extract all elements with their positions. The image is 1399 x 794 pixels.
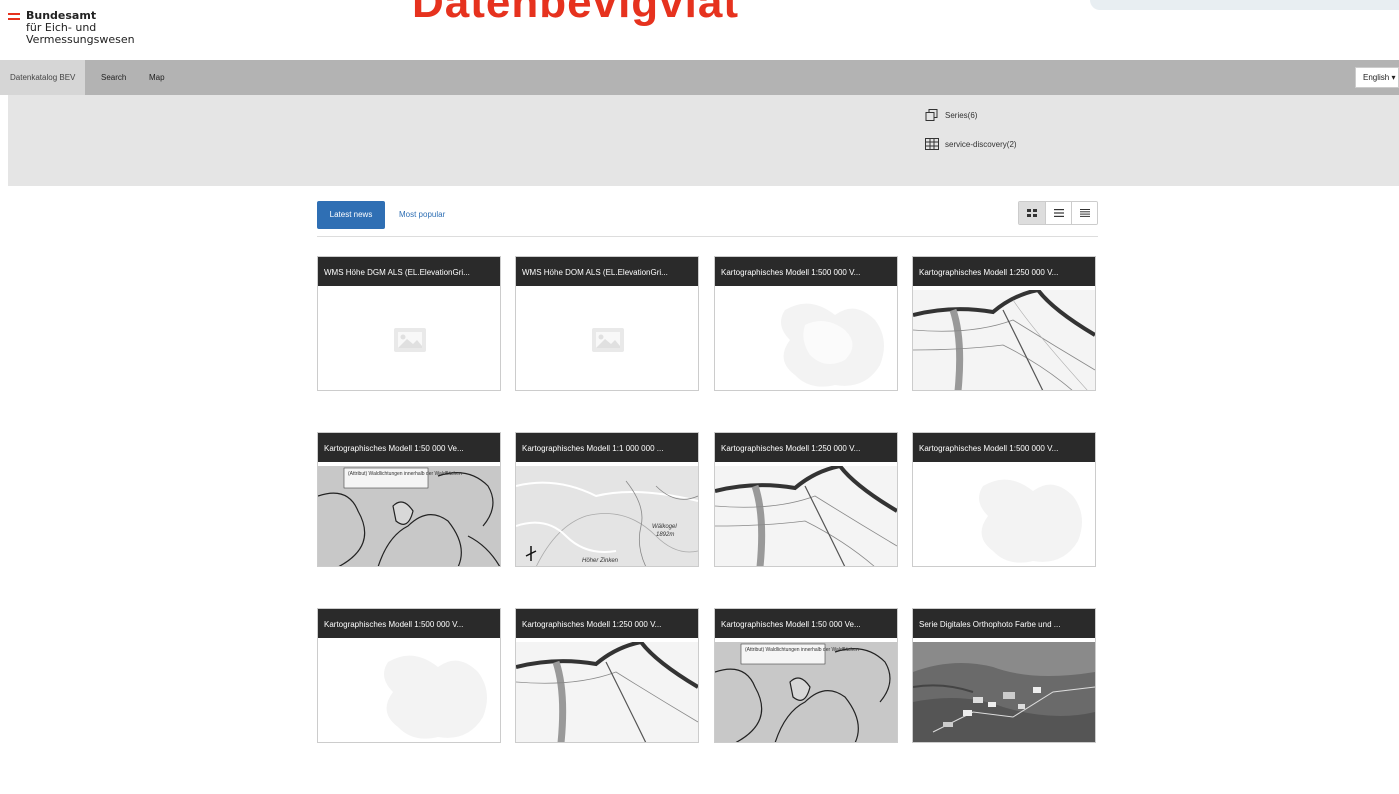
- map-thumbnail: Wälkogel 1892m Höher Zinken: [516, 466, 698, 566]
- card-title: Kartographisches Modell 1:1 000 000 ...: [516, 433, 698, 464]
- card-title: Kartographisches Modell 1:50 000 Ve...: [715, 609, 897, 640]
- dataset-card[interactable]: Kartographisches Modell 1:50 000 Ve... (…: [317, 432, 501, 567]
- card-title: Serie Digitales Orthophoto Farbe und ...: [913, 609, 1095, 640]
- topic-service-discovery-label: service-discovery(2): [945, 139, 1017, 149]
- placeholder-image-icon: [318, 290, 500, 390]
- card-title: Kartographisches Modell 1:500 000 V...: [715, 257, 897, 288]
- map-label: Höher Zinken: [582, 558, 619, 564]
- nav-item-datenkatalog[interactable]: Datenkatalog BEV: [0, 60, 86, 95]
- orthophoto-thumbnail: [913, 642, 1095, 742]
- map-thumbnail: [516, 642, 698, 742]
- topics-band: [8, 95, 1399, 186]
- tab-most-popular[interactable]: Most popular: [399, 201, 445, 229]
- dataset-card[interactable]: Kartographisches Modell 1:1 000 000 ... …: [515, 432, 699, 567]
- dataset-card[interactable]: Serie Digitales Orthophoto Farbe und ...: [912, 608, 1096, 743]
- language-selector[interactable]: English ▾: [1355, 67, 1399, 88]
- map-annotation: (Attribut) Waldlichtungen innerhalb der …: [745, 647, 859, 653]
- svg-text:Wälkogel: Wälkogel: [652, 524, 677, 530]
- map-thumbnail: [913, 290, 1095, 390]
- card-title: Kartographisches Modell 1:250 000 V...: [516, 609, 698, 640]
- table-icon: [925, 138, 939, 150]
- dataset-card[interactable]: Kartographisches Modell 1:250 000 V...: [515, 608, 699, 743]
- tab-latest-news[interactable]: Latest news: [317, 201, 385, 229]
- logo-line-3: Vermessungswesen: [26, 33, 135, 46]
- map-thumbnail: [318, 642, 500, 742]
- map-thumbnail: [715, 290, 897, 390]
- dataset-card[interactable]: Kartographisches Modell 1:50 000 Ve... (…: [714, 608, 898, 743]
- copy-icon: [925, 109, 938, 121]
- dataset-card[interactable]: Kartographisches Modell 1:500 000 V...: [714, 256, 898, 391]
- nav-item-map[interactable]: Map: [139, 60, 175, 95]
- austria-flag-icon: [8, 13, 20, 21]
- placeholder-image-icon: [516, 290, 698, 390]
- list-view-icon[interactable]: [1045, 202, 1071, 224]
- compact-list-icon[interactable]: [1071, 202, 1097, 224]
- card-title: Kartographisches Modell 1:250 000 V...: [913, 257, 1095, 288]
- grid-view-icon[interactable]: [1019, 202, 1045, 224]
- card-title: WMS Höhe DGM ALS (EL.ElevationGri...: [318, 257, 500, 288]
- top-navbar: Datenkatalog BEV Search Map English ▾: [0, 60, 1399, 95]
- header-decoration: [1090, 0, 1399, 10]
- view-mode-switcher: [1018, 201, 1098, 225]
- dataset-card[interactable]: Kartographisches Modell 1:500 000 V...: [317, 608, 501, 743]
- news-tabs: Latest news Most popular: [317, 201, 1098, 237]
- map-thumbnail: [715, 466, 897, 566]
- card-title: Kartographisches Modell 1:50 000 Ve...: [318, 433, 500, 464]
- card-title: Kartographisches Modell 1:250 000 V...: [715, 433, 897, 464]
- language-label: English: [1363, 73, 1390, 82]
- svg-text:1892m: 1892m: [656, 532, 674, 538]
- nav-item-search[interactable]: Search: [91, 60, 136, 95]
- header: Bundesamt für Eich- und Vermessungswesen…: [0, 0, 1399, 60]
- dataset-card[interactable]: Kartographisches Modell 1:250 000 V...: [714, 432, 898, 567]
- topic-series-label: Series(6): [945, 110, 978, 120]
- page-banner-title: Datenbevigviat: [412, 0, 739, 27]
- map-thumbnail: (Attribut) Waldlichtungen innerhalb der …: [715, 642, 897, 742]
- map-thumbnail: [913, 466, 1095, 566]
- topic-service-discovery[interactable]: service-discovery(2): [925, 138, 1017, 150]
- map-annotation: (Attribut) Waldlichtungen innerhalb der …: [348, 471, 462, 477]
- dataset-card[interactable]: WMS Höhe DGM ALS (EL.ElevationGri...: [317, 256, 501, 391]
- card-title: Kartographisches Modell 1:500 000 V...: [913, 433, 1095, 464]
- dataset-card[interactable]: Kartographisches Modell 1:500 000 V...: [912, 432, 1096, 567]
- bev-logo[interactable]: Bundesamt für Eich- und Vermessungswesen: [26, 10, 135, 46]
- dataset-card[interactable]: WMS Höhe DOM ALS (EL.ElevationGri...: [515, 256, 699, 391]
- card-title: Kartographisches Modell 1:500 000 V...: [318, 609, 500, 640]
- map-thumbnail: (Attribut) Waldlichtungen innerhalb der …: [318, 466, 500, 566]
- card-title: WMS Höhe DOM ALS (EL.ElevationGri...: [516, 257, 698, 288]
- topic-series[interactable]: Series(6): [925, 109, 977, 121]
- dataset-card[interactable]: Kartographisches Modell 1:250 000 V...: [912, 256, 1096, 391]
